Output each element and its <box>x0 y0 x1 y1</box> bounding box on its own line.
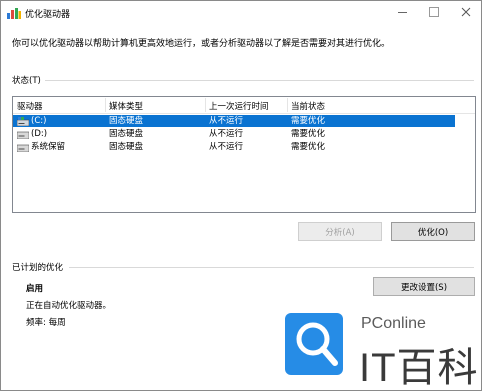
last-run: 从不运行 <box>209 129 244 139</box>
minimize-icon <box>397 11 407 13</box>
column-separator[interactable] <box>287 98 288 112</box>
drive-icon <box>16 143 30 153</box>
status-divider <box>45 80 474 81</box>
column-separator[interactable] <box>205 98 206 112</box>
close-button[interactable] <box>451 1 481 23</box>
optimize-button[interactable]: 优化(O) <box>391 222 475 241</box>
pconline-watermark: PConline IT百科 <box>279 309 481 390</box>
scheduled-divider <box>69 267 474 268</box>
drive-name: 系统保留 <box>31 142 66 152</box>
defrag-app-icon <box>7 7 21 19</box>
close-icon <box>461 7 471 17</box>
last-run: 从不运行 <box>209 142 244 152</box>
current-status: 需要优化 <box>291 142 326 152</box>
drives-table[interactable]: 驱动器 媒体类型 上一次运行时间 当前状态 (C:) 固态硬盘 从不运行 需要优… <box>12 96 476 213</box>
column-header-media-type[interactable]: 媒体类型 <box>109 100 143 112</box>
watermark-brand: PConline <box>361 315 426 332</box>
drive-name: (D:) <box>31 129 48 139</box>
title-bar: 优化驱动器 <box>1 1 481 25</box>
column-header-drive[interactable]: 驱动器 <box>17 100 43 112</box>
analyze-button[interactable]: 分析(A) <box>298 222 382 241</box>
status-section-label: 状态(T) <box>12 76 41 86</box>
description-text: 你可以优化驱动器以帮助计算机更高效地运行，或者分析驱动器以了解是否需要对其进行优… <box>12 39 391 49</box>
maximize-icon <box>429 7 439 17</box>
window-title: 优化驱动器 <box>25 10 71 20</box>
column-header-last-run[interactable]: 上一次运行时间 <box>209 100 269 112</box>
table-row[interactable]: (C:) 固态硬盘 从不运行 需要优化 <box>13 115 455 127</box>
current-status: 需要优化 <box>291 116 326 126</box>
table-row[interactable]: 系统保留 固态硬盘 从不运行 需要优化 <box>13 141 455 153</box>
media-type: 固态硬盘 <box>109 129 144 139</box>
drive-name: (C:) <box>31 116 47 126</box>
schedule-state: 启用 <box>26 284 44 294</box>
change-settings-button[interactable]: 更改设置(S) <box>373 277 475 296</box>
media-type: 固态硬盘 <box>109 116 144 126</box>
last-run: 从不运行 <box>209 116 244 126</box>
column-header-status[interactable]: 当前状态 <box>291 100 325 112</box>
scheduled-section-label: 已计划的优化 <box>12 263 64 273</box>
table-header: 驱动器 媒体类型 上一次运行时间 当前状态 <box>13 97 475 114</box>
maximize-button[interactable] <box>419 1 449 23</box>
system-drive-icon <box>16 117 30 127</box>
minimize-button[interactable] <box>387 1 417 23</box>
schedule-detail: 正在自动优化驱动器。 <box>26 301 112 311</box>
watermark-text: IT百科 <box>359 346 479 390</box>
search-logo-icon <box>283 311 347 377</box>
optimize-drives-window: 优化驱动器 你可以优化驱动器以帮助计算机更高效地运行，或者分析驱动器以了解是否需… <box>0 0 482 391</box>
media-type: 固态硬盘 <box>109 142 144 152</box>
schedule-frequency: 频率: 每周 <box>26 318 66 328</box>
drive-icon <box>16 130 30 140</box>
table-row[interactable]: (D:) 固态硬盘 从不运行 需要优化 <box>13 128 455 140</box>
current-status: 需要优化 <box>291 129 326 139</box>
column-separator[interactable] <box>105 98 106 112</box>
